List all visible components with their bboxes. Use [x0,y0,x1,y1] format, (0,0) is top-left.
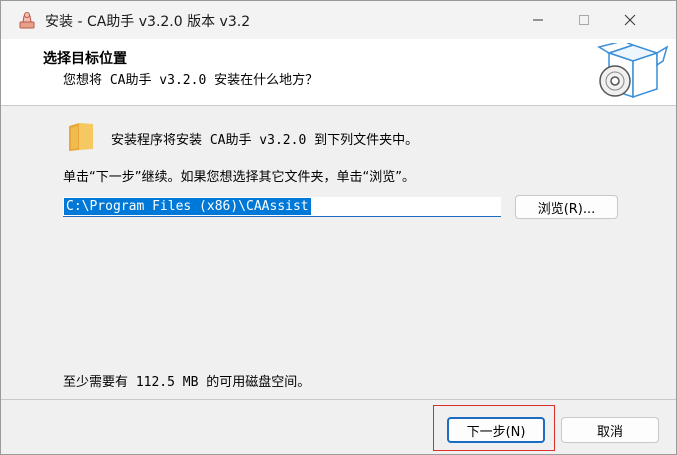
instruction-text: 单击“下一步”继续。如果您想选择其它文件夹，单击“浏览”。 [63,170,415,185]
title-bar: 安装 - CA助手 v3.2.0 版本 v3.2 [1,1,676,39]
folder-icon [69,123,93,151]
page-title: 选择目标位置 [43,51,127,67]
next-button[interactable]: 下一步(N) [447,417,545,443]
wizard-header: 选择目标位置 您想将 CA助手 v3.2.0 安装在什么地方？ [1,39,676,106]
installer-box-icon [597,43,669,99]
disk-space-text: 至少需要有 112.5 MB 的可用磁盘空间。 [63,375,311,390]
close-icon [624,14,636,26]
install-path-value: C:\Program Files (x86)\CAAssist [64,198,311,215]
page-subtitle: 您想将 CA助手 v3.2.0 安装在什么地方？ [63,73,319,88]
install-path-input[interactable]: C:\Program Files (x86)\CAAssist [63,197,501,217]
maximize-icon [579,15,589,25]
window-title: 安装 - CA助手 v3.2.0 版本 v3.2 [45,14,251,30]
browse-button[interactable]: 浏览(R)... [515,195,618,219]
cancel-button[interactable]: 取消 [561,417,659,443]
minimize-icon [533,19,543,21]
intro-text: 安装程序将安装 CA助手 v3.2.0 到下列文件夹中。 [111,133,419,148]
installer-window: 安装 - CA助手 v3.2.0 版本 v3.2 选择目标位置 您想将 CA助手… [0,0,677,455]
maximize-button[interactable] [561,1,607,39]
close-button[interactable] [607,1,653,39]
app-icon [19,12,35,29]
footer-divider [1,399,676,400]
minimize-button[interactable] [515,1,561,39]
